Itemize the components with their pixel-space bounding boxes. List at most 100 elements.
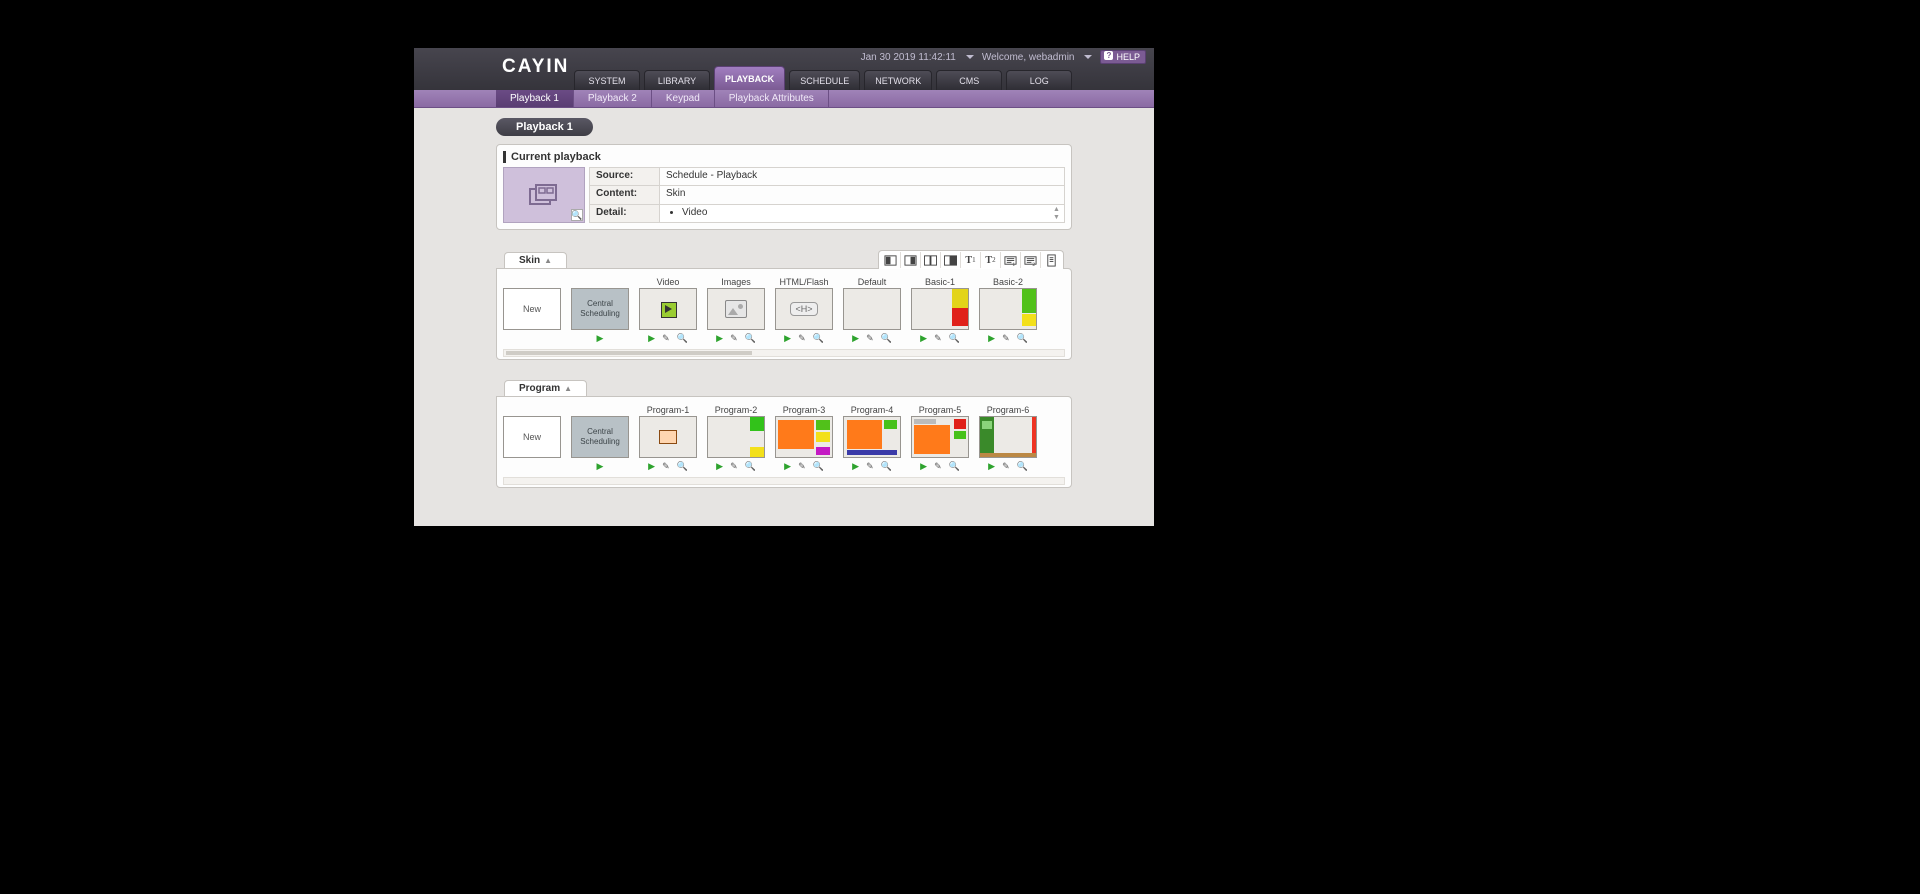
detail-cell: Video ▲▼ bbox=[660, 204, 1065, 222]
nav-library[interactable]: LIBRARY bbox=[644, 70, 710, 90]
play-icon[interactable]: ▶ bbox=[988, 461, 995, 473]
edit-icon[interactable]: ✎ bbox=[662, 461, 670, 473]
edit-icon[interactable]: ✎ bbox=[730, 333, 738, 345]
subnav-playback-1[interactable]: Playback 1 bbox=[496, 90, 574, 107]
program-thumb-1[interactable] bbox=[639, 416, 697, 458]
skin-horizontal-scrollbar[interactable] bbox=[503, 349, 1065, 357]
edit-icon[interactable]: ✎ bbox=[934, 461, 942, 473]
tool-ticker-1[interactable]: 1 bbox=[1001, 252, 1021, 268]
zoom-icon[interactable]: 🔍 bbox=[949, 333, 960, 345]
zoom-icon[interactable]: 🔍 bbox=[949, 461, 960, 473]
edit-icon[interactable]: ✎ bbox=[730, 461, 738, 473]
nav-log[interactable]: LOG bbox=[1006, 70, 1072, 90]
edit-icon[interactable]: ✎ bbox=[1002, 461, 1010, 473]
program-label: Program-2 bbox=[707, 405, 765, 416]
help-button[interactable]: HELP bbox=[1100, 50, 1146, 64]
edit-icon[interactable]: ✎ bbox=[798, 333, 806, 345]
skin-thumb-video[interactable] bbox=[639, 288, 697, 330]
zoom-icon[interactable]: 🔍 bbox=[813, 333, 824, 345]
tool-layout-d[interactable] bbox=[941, 252, 961, 268]
play-icon[interactable]: ▶ bbox=[852, 333, 859, 345]
edit-icon[interactable]: ✎ bbox=[1002, 333, 1010, 345]
edit-icon[interactable]: ✎ bbox=[866, 461, 874, 473]
zoom-icon[interactable]: 🔍 bbox=[745, 333, 756, 345]
top-right-cluster: Jan 30 2019 11:42:11 Welcome, webadmin H… bbox=[861, 50, 1146, 64]
program-horizontal-scrollbar[interactable] bbox=[503, 477, 1065, 485]
play-icon[interactable]: ▶ bbox=[597, 461, 604, 473]
tool-layout-a[interactable] bbox=[881, 252, 901, 268]
play-icon[interactable]: ▶ bbox=[852, 461, 859, 473]
program-thumb-3[interactable] bbox=[775, 416, 833, 458]
tool-text-1[interactable]: T1 bbox=[961, 252, 981, 268]
program-item-central: Central Scheduling ▶ bbox=[571, 405, 629, 473]
play-icon[interactable]: ▶ bbox=[648, 333, 655, 345]
program-label: Program-3 bbox=[775, 405, 833, 416]
program-tab[interactable]: Program ▲ bbox=[504, 380, 587, 396]
tool-page[interactable] bbox=[1041, 252, 1061, 268]
skin-thumb-default[interactable] bbox=[843, 288, 901, 330]
program-thumb-4[interactable] bbox=[843, 416, 901, 458]
edit-icon[interactable]: ✎ bbox=[866, 333, 874, 345]
zoom-icon[interactable]: 🔍 bbox=[881, 461, 892, 473]
zoom-icon[interactable]: 🔍 bbox=[677, 333, 688, 345]
skin-label: Default bbox=[843, 277, 901, 288]
new-program-button[interactable]: New bbox=[503, 416, 561, 458]
nav-cms[interactable]: CMS bbox=[936, 70, 1002, 90]
tool-text-2[interactable]: T2 bbox=[981, 252, 1001, 268]
zoom-icon[interactable]: 🔍 bbox=[881, 333, 892, 345]
program-item-3: Program-3 ▶ ✎ 🔍 bbox=[775, 405, 833, 473]
skin-thumb-images[interactable] bbox=[707, 288, 765, 330]
play-icon[interactable]: ▶ bbox=[648, 461, 655, 473]
play-icon[interactable]: ▶ bbox=[920, 461, 927, 473]
program-thumb-5[interactable] bbox=[911, 416, 969, 458]
central-scheduling-button[interactable]: Central Scheduling bbox=[571, 288, 629, 330]
skin-label: HTML/Flash bbox=[775, 277, 833, 288]
edit-icon[interactable]: ✎ bbox=[934, 333, 942, 345]
skin-thumb-basic1[interactable] bbox=[911, 288, 969, 330]
play-icon[interactable]: ▶ bbox=[597, 333, 604, 345]
program-thumb-2[interactable] bbox=[707, 416, 765, 458]
top-bar: CAYIN Jan 30 2019 11:42:11 Welcome, weba… bbox=[414, 48, 1154, 90]
central-scheduling-button[interactable]: Central Scheduling bbox=[571, 416, 629, 458]
play-icon[interactable]: ▶ bbox=[920, 333, 927, 345]
nav-system[interactable]: SYSTEM bbox=[574, 70, 640, 90]
edit-icon[interactable]: ✎ bbox=[662, 333, 670, 345]
program-item-4: Program-4 ▶✎🔍 bbox=[843, 405, 901, 473]
nav-schedule[interactable]: SCHEDULE bbox=[789, 70, 860, 90]
zoom-icon[interactable]: 🔍 bbox=[745, 461, 756, 473]
zoom-icon[interactable]: 🔍 bbox=[1017, 333, 1028, 345]
play-icon[interactable]: ▶ bbox=[784, 333, 791, 345]
magnify-icon[interactable]: 🔍 bbox=[571, 209, 583, 221]
zoom-icon[interactable]: 🔍 bbox=[677, 461, 688, 473]
tool-layout-b[interactable] bbox=[901, 252, 921, 268]
play-icon[interactable]: ▶ bbox=[988, 333, 995, 345]
zoom-icon[interactable]: 🔍 bbox=[813, 461, 824, 473]
program-item-new: New bbox=[503, 405, 561, 473]
tool-ticker-2[interactable]: 2 bbox=[1021, 252, 1041, 268]
skin-item-video: Video ▶✎🔍 bbox=[639, 277, 697, 345]
zoom-icon[interactable]: 🔍 bbox=[1017, 461, 1028, 473]
chevron-down-icon[interactable] bbox=[966, 55, 974, 59]
source-value: Schedule - Playback bbox=[660, 168, 1065, 186]
subnav-keypad[interactable]: Keypad bbox=[652, 90, 715, 107]
edit-icon[interactable]: ✎ bbox=[798, 461, 806, 473]
subnav-playback-2[interactable]: Playback 2 bbox=[574, 90, 652, 107]
program-thumb-6[interactable] bbox=[979, 416, 1037, 458]
source-label: Source: bbox=[590, 168, 660, 186]
play-icon[interactable]: ▶ bbox=[716, 333, 723, 345]
program-item-5: Program-5 ▶✎🔍 bbox=[911, 405, 969, 473]
nav-network[interactable]: NETWORK bbox=[864, 70, 932, 90]
skin-tab[interactable]: Skin ▲ bbox=[504, 252, 567, 268]
tool-layout-c[interactable] bbox=[921, 252, 941, 268]
nav-playback[interactable]: PLAYBACK bbox=[714, 66, 785, 90]
new-skin-button[interactable]: New bbox=[503, 288, 561, 330]
subnav-playback-attributes[interactable]: Playback Attributes bbox=[715, 90, 829, 107]
play-icon[interactable]: ▶ bbox=[716, 461, 723, 473]
play-icon[interactable]: ▶ bbox=[784, 461, 791, 473]
skin-thumb-basic2[interactable] bbox=[979, 288, 1037, 330]
detail-label: Detail: bbox=[590, 204, 660, 222]
skin-label: Basic-1 bbox=[911, 277, 969, 288]
chevron-down-icon[interactable] bbox=[1084, 55, 1092, 59]
detail-scrollbar[interactable]: ▲▼ bbox=[1053, 206, 1063, 221]
skin-thumb-html[interactable]: <H> bbox=[775, 288, 833, 330]
